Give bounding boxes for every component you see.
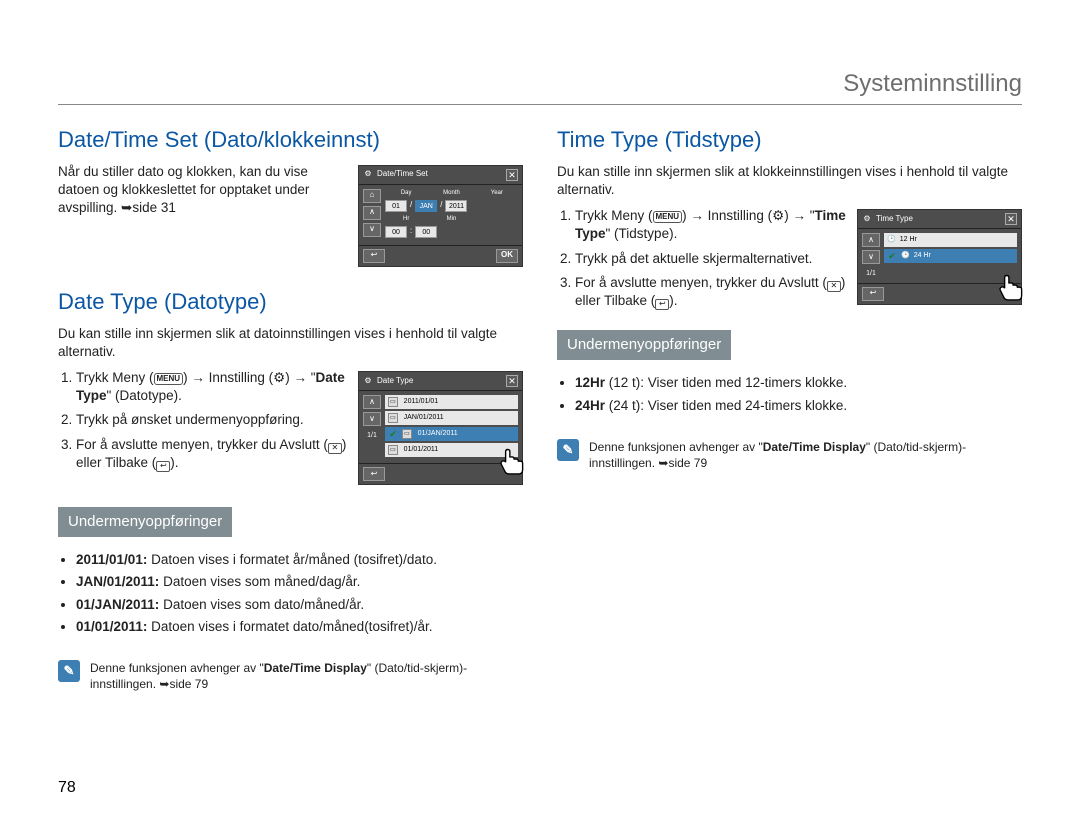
check-icon: ✔ [388, 429, 398, 439]
gear-icon: ⚙ [363, 376, 373, 386]
up-arrow-icon[interactable]: ∧ [363, 206, 381, 220]
section-title-time-type: Time Type (Tidstype) [557, 125, 1022, 155]
close-icon[interactable]: ✕ [1005, 213, 1017, 225]
list-item[interactable]: ✔🕑24 Hr [884, 249, 1017, 263]
device-screenshot-time-type: ⚙ Time Type ✕ ∧ ∨ 1/1 🕑12 Hr ✔🕑24 Hr [857, 209, 1022, 304]
page-number: 78 [58, 779, 76, 797]
label-day: Day [385, 189, 427, 197]
time-type-intro: Du kan stille inn skjermen slik at klokk… [557, 163, 1022, 199]
back-icon: ↩ [156, 461, 170, 472]
list-item: 01/01/2011: Datoen vises i formatet dato… [76, 618, 523, 636]
label-month: Month [430, 189, 472, 197]
ok-button[interactable]: OK [496, 249, 518, 263]
gear-icon: ⚙ [273, 370, 285, 385]
field-day[interactable]: 01 [385, 200, 407, 212]
list-item: JAN/01/2011: Datoen vises som måned/dag/… [76, 573, 523, 591]
gear-icon: ⚙ [862, 214, 872, 224]
back-icon[interactable]: ↩ [862, 287, 884, 301]
list-item[interactable]: ▭01/01/2011 [385, 443, 518, 457]
menu-pill-icon: MENU [154, 373, 184, 385]
page-indicator: 1/1 [367, 431, 377, 440]
page-indicator: 1/1 [866, 269, 876, 278]
list-item: 01/JAN/2011: Datoen vises som dato/måned… [76, 596, 523, 614]
device-screenshot-datetime-set: ⚙ Date/Time Set ✕ ⌂ ∧ ∨ [358, 165, 523, 267]
info-note: ✎ Denne funksjonen avhenger av "Date/Tim… [58, 660, 523, 692]
close-icon: ✕ [328, 443, 342, 454]
section-title-date-type: Date Type (Datotype) [58, 287, 523, 317]
home-icon[interactable]: ⌂ [363, 189, 381, 203]
up-arrow-icon[interactable]: ∧ [862, 233, 880, 247]
clock-icon: 🕑 [887, 235, 896, 244]
clock-icon: 🕑 [901, 251, 910, 260]
back-icon[interactable]: ↩ [363, 249, 385, 263]
down-arrow-icon[interactable]: ∨ [363, 223, 381, 237]
date-type-options-list: 2011/01/01: Datoen vises i formatet år/m… [76, 551, 523, 636]
label-hr: Hr [385, 215, 427, 223]
device-screenshot-date-type: ⚙ Date Type ✕ ∧ ∨ 1/1 ▭2011/01/01 ▭JAN/0… [358, 371, 523, 485]
list-item[interactable]: ▭JAN/01/2011 [385, 411, 518, 425]
field-month[interactable]: JAN [415, 200, 437, 212]
date-type-intro: Du kan stille inn skjermen slik at datoi… [58, 325, 523, 361]
datetime-set-description: Når du stiller dato og klokken, kan du v… [58, 163, 348, 218]
list-item: 24Hr (24 t): Viser tiden med 24-timers k… [575, 397, 1022, 415]
list-item[interactable]: ✔▭01/JAN/2011 [385, 427, 518, 441]
back-icon[interactable]: ↩ [363, 467, 385, 481]
list-item: 2011/01/01: Datoen vises i formatet år/m… [76, 551, 523, 569]
gear-icon: ⚙ [363, 170, 373, 180]
menu-pill-icon: MENU [653, 211, 683, 223]
list-item[interactable]: 🕑12 Hr [884, 233, 1017, 247]
label-min: Min [430, 215, 472, 223]
list-item[interactable]: ▭2011/01/01 [385, 395, 518, 409]
down-arrow-icon[interactable]: ∨ [363, 412, 381, 426]
info-icon: ✎ [557, 439, 579, 461]
device-title: Time Type [876, 214, 913, 225]
device-title: Date Type [377, 376, 413, 387]
info-note: ✎ Denne funksjonen avhenger av "Date/Tim… [557, 439, 1022, 471]
close-icon: ✕ [827, 281, 841, 292]
down-arrow-icon[interactable]: ∨ [862, 250, 880, 264]
submenu-heading: Undermenyoppføringer [557, 330, 731, 360]
back-icon: ↩ [655, 299, 669, 310]
field-hr[interactable]: 00 [385, 226, 407, 238]
info-icon: ✎ [58, 660, 80, 682]
close-icon[interactable]: ✕ [506, 375, 518, 387]
check-icon: ✔ [887, 251, 897, 261]
gear-icon: ⚙ [772, 208, 784, 223]
list-item: 12Hr (12 t): Viser tiden med 12-timers k… [575, 374, 1022, 392]
close-icon[interactable]: ✕ [506, 169, 518, 181]
section-title-datetime-set: Date/Time Set (Dato/klokkeinnst) [58, 125, 523, 155]
field-year[interactable]: 2011 [445, 200, 467, 212]
up-arrow-icon[interactable]: ∧ [363, 395, 381, 409]
time-type-options-list: 12Hr (12 t): Viser tiden med 12-timers k… [575, 374, 1022, 414]
label-year: Year [476, 189, 518, 197]
device-title: Date/Time Set [377, 169, 428, 180]
page-header-title: Systeminnstilling [58, 70, 1022, 104]
submenu-heading: Undermenyoppføringer [58, 507, 232, 537]
field-min[interactable]: 00 [415, 226, 437, 238]
